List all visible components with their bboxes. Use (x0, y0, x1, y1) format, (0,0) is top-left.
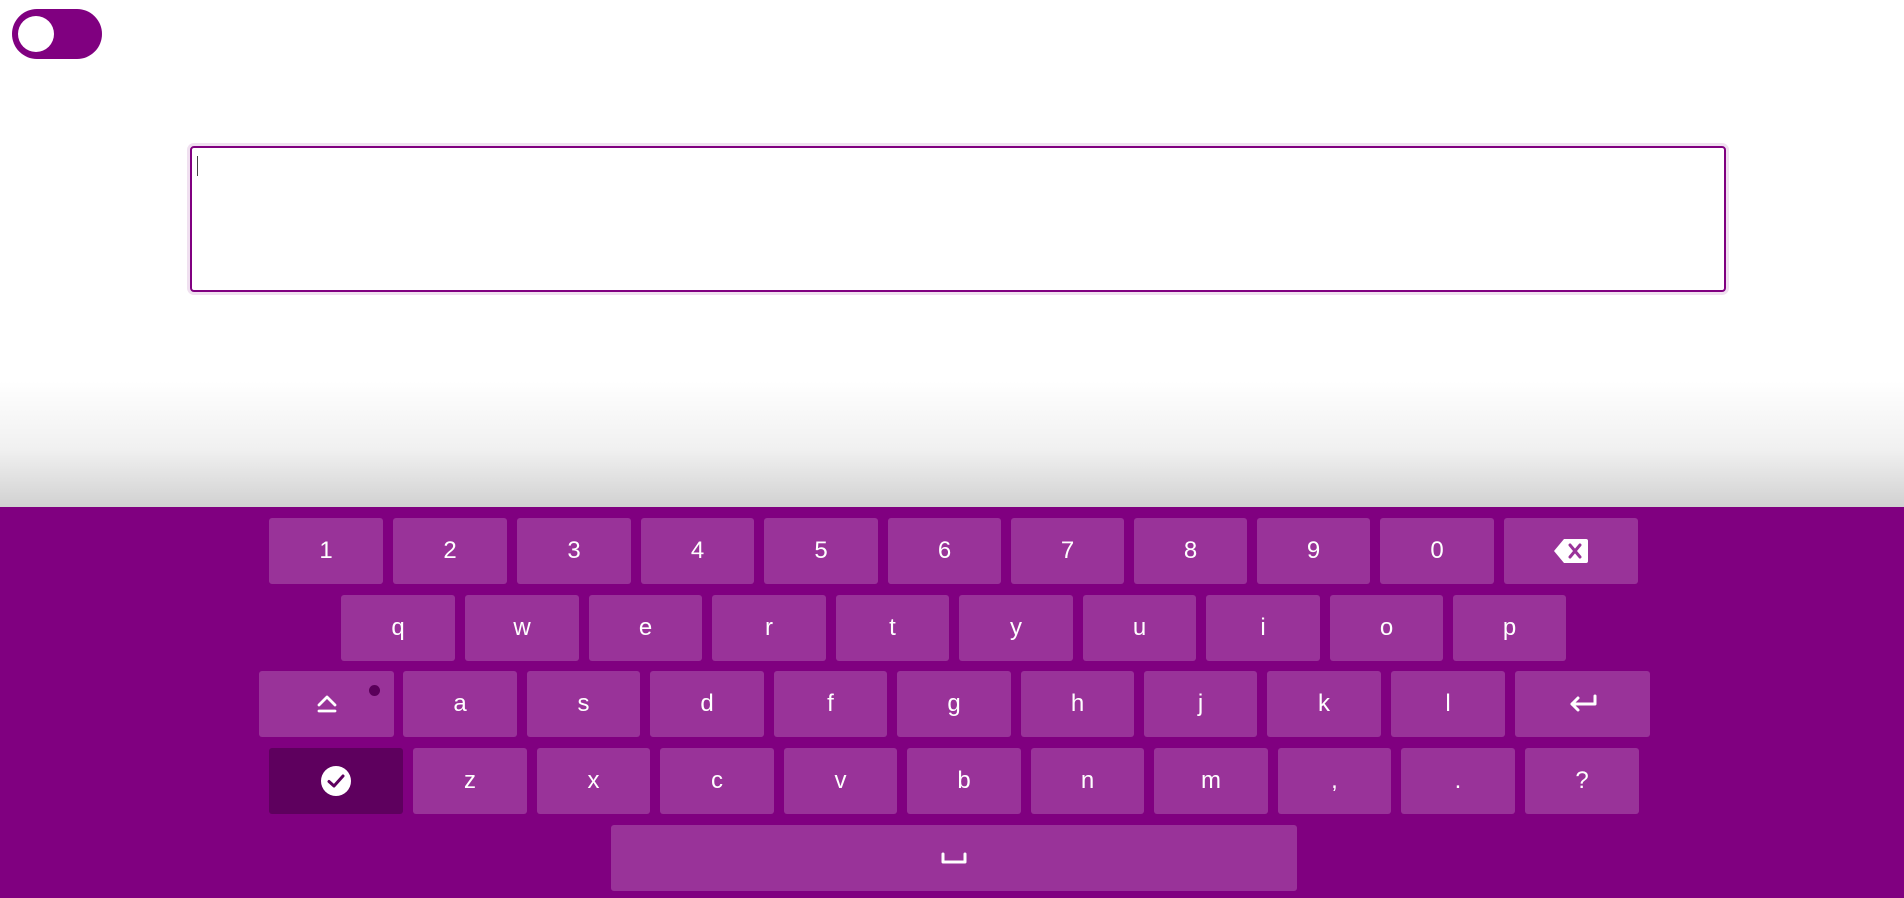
key-o[interactable]: o (1330, 595, 1443, 661)
key-s[interactable]: s (527, 671, 640, 737)
keyboard-shadow (0, 380, 1904, 507)
toggle-switch[interactable] (12, 9, 102, 59)
key-r[interactable]: r (712, 595, 826, 661)
key-4[interactable]: 4 (641, 518, 754, 584)
key-i[interactable]: i (1206, 595, 1320, 661)
key-x[interactable]: x (537, 748, 650, 814)
key-m[interactable]: m (1154, 748, 1268, 814)
shift-icon (316, 693, 338, 715)
key-u[interactable]: u (1083, 595, 1196, 661)
key-v[interactable]: v (784, 748, 897, 814)
key-l[interactable]: l (1391, 671, 1505, 737)
key-e[interactable]: e (589, 595, 702, 661)
key-question[interactable]: ? (1525, 748, 1639, 814)
shift-key[interactable] (259, 671, 394, 737)
key-3[interactable]: 3 (517, 518, 631, 584)
key-k[interactable]: k (1267, 671, 1381, 737)
key-9[interactable]: 9 (1257, 518, 1370, 584)
key-g[interactable]: g (897, 671, 1011, 737)
key-d[interactable]: d (650, 671, 764, 737)
key-q[interactable]: q (341, 595, 455, 661)
text-input[interactable] (192, 148, 1724, 290)
key-b[interactable]: b (907, 748, 1021, 814)
key-7[interactable]: 7 (1011, 518, 1124, 584)
text-caret (197, 156, 198, 176)
key-5[interactable]: 5 (764, 518, 878, 584)
key-1[interactable]: 1 (269, 518, 383, 584)
key-period[interactable]: . (1401, 748, 1515, 814)
text-area[interactable] (190, 146, 1726, 292)
key-z[interactable]: z (413, 748, 527, 814)
space-key[interactable] (611, 825, 1297, 891)
key-6[interactable]: 6 (888, 518, 1001, 584)
shift-indicator-dot (369, 685, 380, 696)
key-h[interactable]: h (1021, 671, 1134, 737)
key-2[interactable]: 2 (393, 518, 507, 584)
backspace-icon (1553, 538, 1589, 564)
toggle-knob (18, 16, 54, 52)
key-j[interactable]: j (1144, 671, 1257, 737)
key-comma[interactable]: , (1278, 748, 1391, 814)
key-a[interactable]: a (403, 671, 517, 737)
space-bar-icon (941, 851, 967, 865)
enter-icon (1567, 693, 1599, 715)
key-t[interactable]: t (836, 595, 949, 661)
key-f[interactable]: f (774, 671, 887, 737)
key-n[interactable]: n (1031, 748, 1144, 814)
check-circle-icon (320, 765, 352, 797)
enter-key[interactable] (1515, 671, 1650, 737)
key-0[interactable]: 0 (1380, 518, 1494, 584)
key-y[interactable]: y (959, 595, 1073, 661)
key-p[interactable]: p (1453, 595, 1566, 661)
done-key[interactable] (269, 748, 403, 814)
backspace-key[interactable] (1504, 518, 1638, 584)
key-w[interactable]: w (465, 595, 579, 661)
key-c[interactable]: c (660, 748, 774, 814)
key-8[interactable]: 8 (1134, 518, 1247, 584)
virtual-keyboard: 1 2 3 4 5 6 7 8 9 0 q w e r t y u i o p … (0, 507, 1904, 898)
